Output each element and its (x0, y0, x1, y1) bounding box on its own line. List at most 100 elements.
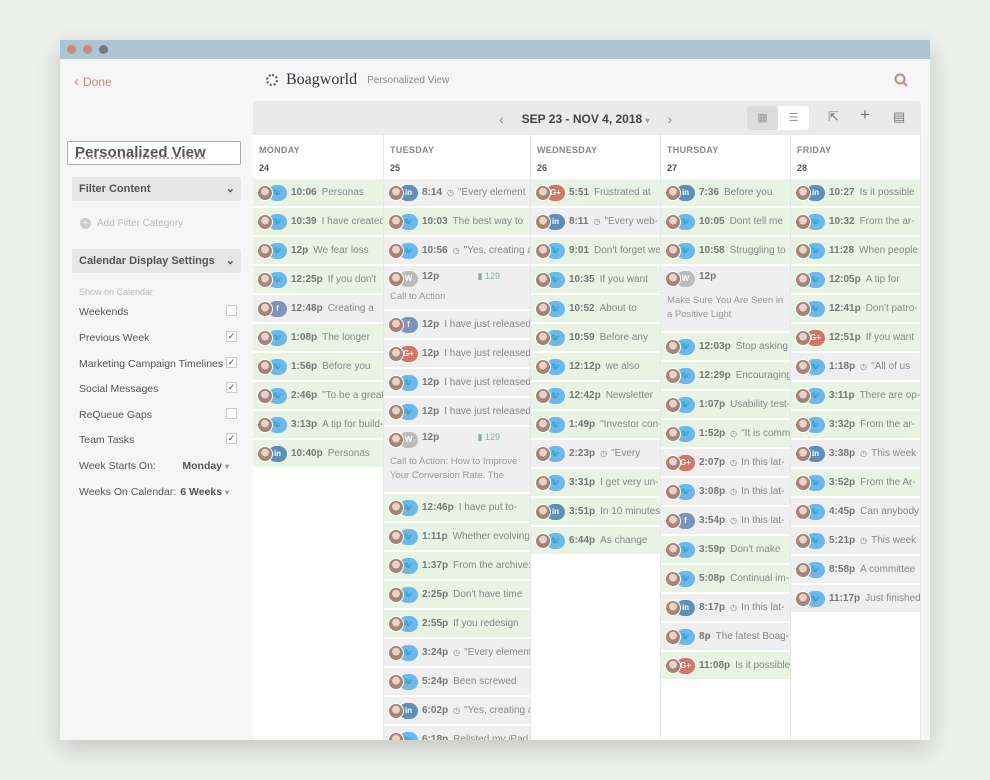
post-card[interactable]: 🐦 5:08p Continual im- (661, 565, 790, 593)
post-card[interactable]: G+ 12:51p If you want (791, 324, 920, 352)
filter-content-section[interactable]: Filter Content ⌄ (72, 177, 241, 201)
post-card[interactable]: G+ 12p I have just released (384, 340, 530, 368)
option-weekends[interactable]: Weekends (79, 305, 237, 318)
add-filter-button[interactable]: + Add Filter Category (80, 218, 183, 229)
post-card[interactable]: 🐦 12:05p A tip for (791, 266, 920, 294)
post-card[interactable]: in 8:14 ◷ "Every element (384, 179, 530, 207)
post-card[interactable]: in 7:36 Before you (661, 179, 790, 207)
checkbox[interactable]: ✓ (226, 382, 237, 393)
post-card[interactable]: 🐦 12:29p Encouraging (661, 362, 790, 390)
post-card[interactable]: 🐦 10:05 Dont tell me (661, 208, 790, 236)
post-card[interactable]: 🐦 1:18p ◷ "All of us (791, 353, 920, 381)
post-card[interactable]: 🐦 12:41p Don't patro- (791, 295, 920, 323)
post-card[interactable]: 🐦 3:31p I get very un- (531, 469, 660, 497)
post-card[interactable]: 🐦 6:18p Relisted my iPad (384, 726, 530, 740)
date-range-select[interactable]: SEP 23 - NOV 4, 2018 ▾ (522, 112, 650, 126)
post-card[interactable]: 🐦 12:12p we also (531, 353, 660, 381)
post-card[interactable]: 🐦 10:56 ◷ "Yes, creating a (384, 237, 530, 265)
post-card[interactable]: 🐦 5:21p ◷ This week (791, 527, 920, 555)
display-settings-section[interactable]: Calendar Display Settings ⌄ (72, 249, 241, 273)
post-card[interactable]: f 12:48p Creating a (253, 295, 383, 323)
option-marketing-campaign-timelines[interactable]: Marketing Campaign Timelines ✓ (79, 357, 237, 370)
post-card[interactable]: 🐦 9:01 Don't forget we (531, 237, 660, 265)
post-card[interactable]: 🐦 5:24p Been screwed (384, 668, 530, 696)
post-card[interactable]: 🐦 1:56p Before you (253, 353, 383, 381)
post-card[interactable]: 🐦 10:06 Personas (253, 179, 383, 207)
checkbox[interactable]: ✓ (226, 433, 237, 444)
checkbox[interactable] (226, 305, 237, 316)
close-window-button[interactable] (67, 45, 76, 54)
post-card[interactable]: W 12p Make Sure You Are Seen in a Positive… (661, 266, 790, 332)
post-card[interactable]: G+ 2:07p ◷ In this lat- (661, 449, 790, 477)
post-card[interactable]: 🐦 12:46p I have put to- (384, 494, 530, 522)
notes-icon[interactable]: ▤ (893, 109, 905, 125)
add-icon[interactable]: + (860, 105, 870, 125)
calendar-view-icon[interactable]: ▦ (747, 106, 778, 130)
post-card[interactable]: in 8:17p ◷ In this lat- (661, 594, 790, 622)
post-card[interactable]: 🐦 10:52 About to (531, 295, 660, 323)
post-card[interactable]: in 3:38p ◷ This week (791, 440, 920, 468)
option-team-tasks[interactable]: Team Tasks ✓ (79, 433, 237, 446)
checkbox[interactable] (226, 408, 237, 419)
post-card[interactable]: G+ 11:08p Is it possible (661, 652, 790, 680)
post-card[interactable]: in 10:40p Personas (253, 440, 383, 468)
post-card[interactable]: 🐦 12p I have just released (384, 369, 530, 397)
option-previous-week[interactable]: Previous Week ✓ (79, 331, 237, 344)
post-card[interactable]: 🐦 1:07p Usability test- (661, 391, 790, 419)
list-view-icon[interactable]: ☰ (778, 106, 809, 130)
minimize-window-button[interactable] (83, 45, 92, 54)
post-card[interactable]: 🐦 11:17p Just finished (791, 585, 920, 613)
done-button[interactable]: ‹ Done (74, 73, 112, 90)
checkbox[interactable]: ✓ (226, 357, 237, 368)
post-card[interactable]: 🐦 10:39 I have created (253, 208, 383, 236)
week-starts-select[interactable]: Week Starts On: Monday ▾ (79, 460, 237, 472)
post-card[interactable]: 🐦 1:49p "Investor con- (531, 411, 660, 439)
post-card[interactable]: W 12p ▮ 129 Call to Action (384, 266, 530, 310)
checkbox[interactable]: ✓ (226, 331, 237, 342)
post-card[interactable]: 🐦 11:28 When people (791, 237, 920, 265)
next-arrow-icon[interactable]: › (668, 111, 673, 127)
post-card[interactable]: 🐦 10:59 Before any (531, 324, 660, 352)
zoom-window-button[interactable] (99, 45, 108, 54)
post-card[interactable]: 🐦 12p We fear loss (253, 237, 383, 265)
post-card[interactable]: 🐦 2:25p Don't have time (384, 581, 530, 609)
post-card[interactable]: 🐦 1:37p From the archive: (384, 552, 530, 580)
post-card[interactable]: 🐦 3:11p There are op- (791, 382, 920, 410)
post-card[interactable]: in 10:27 Is it possible (791, 179, 920, 207)
post-card[interactable]: 🐦 1:52p ◷"It is common (661, 420, 790, 448)
weeks-on-calendar-select[interactable]: Weeks On Calendar: 6 Weeks ▾ (79, 486, 237, 498)
post-card[interactable]: 🐦 4:45p Can anybody (791, 498, 920, 526)
post-card[interactable]: 🐦 12:42p Newsletter (531, 382, 660, 410)
post-card[interactable]: 🐦 2:46p "To be a great (253, 382, 383, 410)
search-button[interactable] (894, 73, 908, 90)
post-card[interactable]: f 3:54p ◷ In this lat- (661, 507, 790, 535)
post-card[interactable]: 🐦 10:32 From the ar- (791, 208, 920, 236)
post-card[interactable]: 🐦 12:03p Stop asking (661, 333, 790, 361)
post-card[interactable]: 🐦 12p I have just released (384, 398, 530, 426)
post-card[interactable]: in 6:02p ◷ "Yes, creating a (384, 697, 530, 725)
post-card[interactable]: 🐦 3:59p Don't make (661, 536, 790, 564)
post-card[interactable]: 🐦 10:35 If you want (531, 266, 660, 294)
post-card[interactable]: 🐦 3:32p From the ar- (791, 411, 920, 439)
post-card[interactable]: 🐦 3:08p ◷ In this lat- (661, 478, 790, 506)
post-card[interactable]: 🐦 3:24p ◷ "Every element (384, 639, 530, 667)
post-card[interactable]: 🐦 2:55p If you redesign (384, 610, 530, 638)
post-card[interactable]: G+ 5:51 Frustrated at (531, 179, 660, 207)
share-icon[interactable]: ⇱ (828, 109, 839, 125)
post-card[interactable]: 🐦 10:03 The best way to (384, 208, 530, 236)
post-card[interactable]: 🐦 8:58p A committee (791, 556, 920, 584)
post-card[interactable]: 🐦 1:11p Whether evolving (384, 523, 530, 551)
post-card[interactable]: 🐦 8p The latest Boag- (661, 623, 790, 651)
post-card[interactable]: 🐦 1:08p The longer (253, 324, 383, 352)
post-card[interactable]: 🐦 2:23p ◷ "Every (531, 440, 660, 468)
post-card[interactable]: in 8:11 ◷ "Every web- (531, 208, 660, 236)
post-card[interactable]: in 3:51p In 10 minutes (531, 498, 660, 526)
post-card[interactable]: W 12p ▮ 129 Call to Action: How to Improve … (384, 427, 530, 493)
post-card[interactable]: f 12p I have just released (384, 311, 530, 339)
post-card[interactable]: 🐦 3:52p From the Ar- (791, 469, 920, 497)
option-requeue-gaps[interactable]: ReQueue Gaps (79, 408, 237, 421)
post-card[interactable]: 🐦 10:58 Struggling to (661, 237, 790, 265)
post-card[interactable]: 🐦 12:25p If you don't (253, 266, 383, 294)
previous-arrow-icon[interactable]: ‹ (499, 111, 504, 127)
post-card[interactable]: 🐦 6:44p As change (531, 527, 660, 555)
